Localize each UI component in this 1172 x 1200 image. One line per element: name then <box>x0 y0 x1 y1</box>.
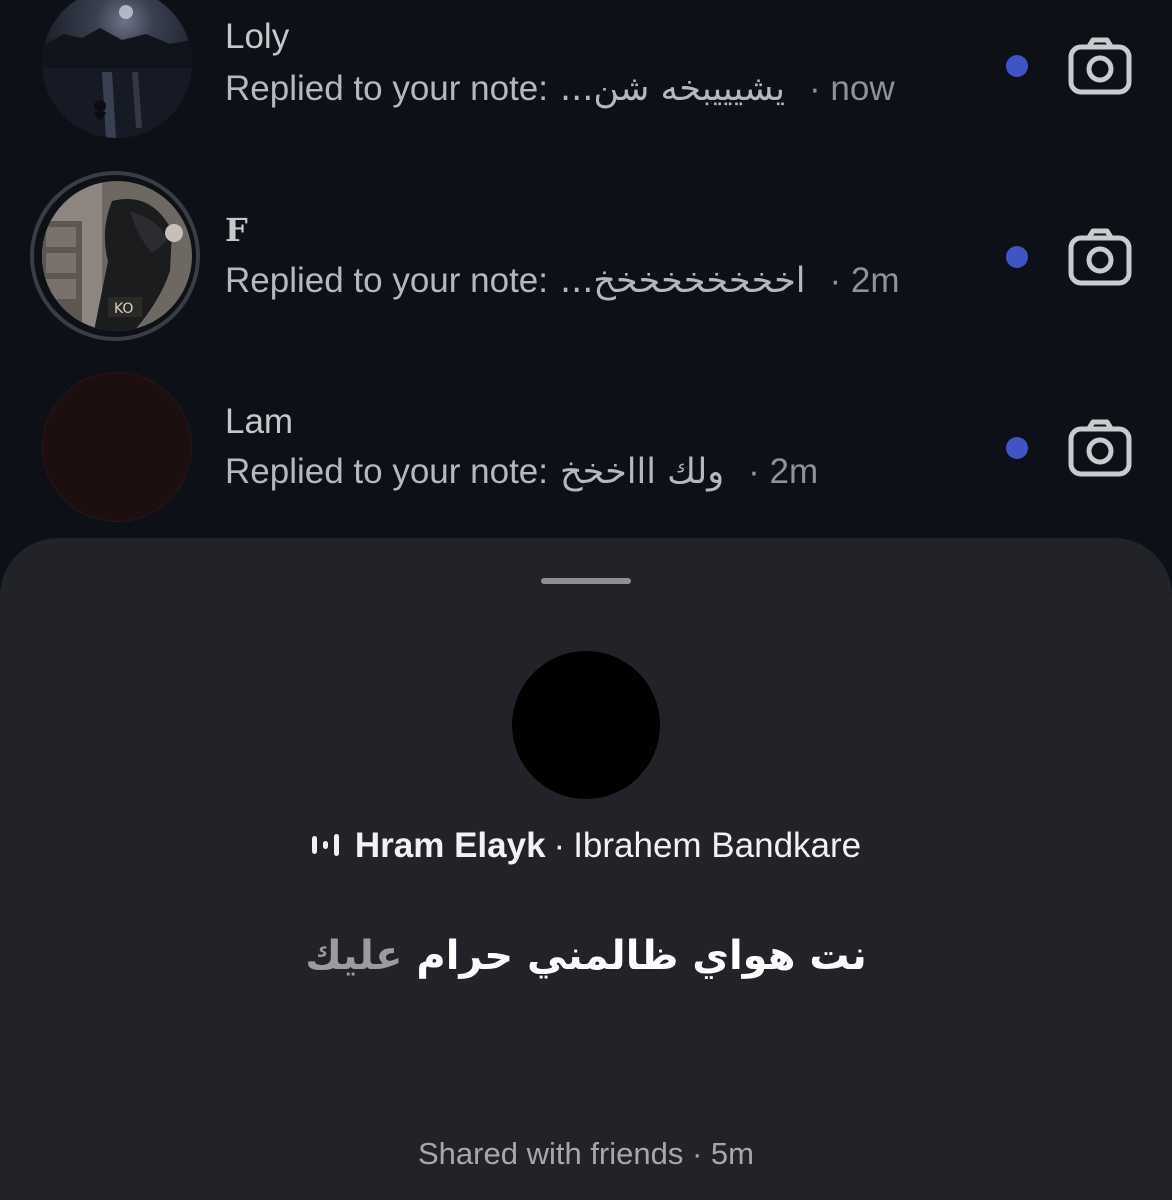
note-text-dim: عليك <box>305 933 403 979</box>
note-author-avatar <box>512 651 660 799</box>
unread-dot <box>1006 437 1028 459</box>
note-text-main: نت هواي ظالمني حرام <box>416 933 867 979</box>
sheet-drag-handle[interactable] <box>541 578 631 584</box>
notification-message: Replied to your note: يشيييبخه شن... · n… <box>225 69 895 109</box>
note-text: نت هواي ظالمني حرام عليك <box>0 933 1172 979</box>
sender-name: F <box>225 211 248 249</box>
unread-dot <box>1006 246 1028 268</box>
shared-status: Shared with friends · 5m <box>418 1136 754 1171</box>
message-prefix: Replied to your note: <box>225 452 548 491</box>
night-lake-photo <box>42 0 192 138</box>
equalizer-icon <box>311 833 339 856</box>
notification-row[interactable]: Loly Replied to your note: يشيييبخه شن..… <box>0 0 1172 170</box>
sender-name: Loly <box>225 17 290 56</box>
svg-text:KO: KO <box>114 301 133 317</box>
song-title: Hram Elayk <box>354 826 546 865</box>
timestamp: · 2m <box>748 452 819 491</box>
notification-row[interactable]: Lam Replied to your note: ولك اااخخخ · 2… <box>0 362 1172 532</box>
timestamp: · 2m <box>829 261 900 300</box>
camera-icon[interactable] <box>1068 419 1132 477</box>
message-prefix: Replied to your note: <box>225 69 548 108</box>
camera-icon[interactable] <box>1068 228 1132 286</box>
song-artist: Ibrahem Bandkare <box>573 826 862 865</box>
avatar[interactable]: KO <box>42 181 192 331</box>
message-prefix: Replied to your note: <box>225 261 548 300</box>
unread-dot <box>1006 55 1028 77</box>
song-separator: · <box>553 826 566 865</box>
notification-message: Replied to your note: اخخخخخخخخخ... · 2m <box>225 261 899 301</box>
camera-icon[interactable] <box>1068 37 1132 95</box>
note-song[interactable]: Hram Elayk · Ibrahem Bandkare <box>0 826 1172 866</box>
note-bottom-sheet: Hram Elayk · Ibrahem Bandkare نت هواي ظالم… <box>0 538 1172 1200</box>
mirror-selfie-photo: KO <box>42 181 192 331</box>
notification-message: Replied to your note: ولك اااخخخ · 2m <box>225 452 818 492</box>
notification-row[interactable]: KO F Replied to your note: اخخخخخخخخخ...… <box>0 171 1172 341</box>
sender-name: Lam <box>225 402 294 441</box>
message-text: ولك اااخخخ <box>559 452 725 492</box>
message-text: اخخخخخخخخخ... <box>559 261 806 301</box>
avatar[interactable] <box>42 372 192 522</box>
message-text: يشيييبخه شن... <box>559 69 786 109</box>
timestamp: · now <box>809 69 895 108</box>
avatar[interactable] <box>42 0 192 138</box>
